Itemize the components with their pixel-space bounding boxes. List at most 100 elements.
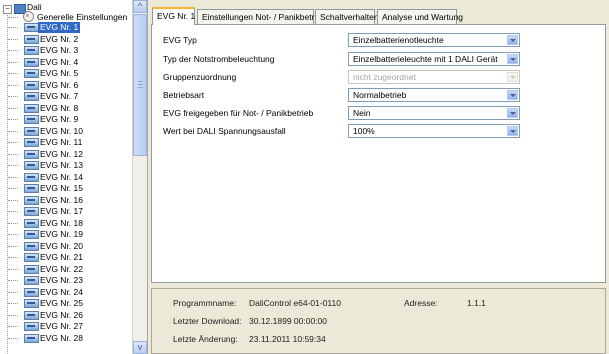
tree-connector xyxy=(8,38,18,40)
device-info-panel: Programmname: DaliControl e64-01-0110 Ad… xyxy=(151,288,606,354)
last-change-label: Letzte Änderung: xyxy=(173,334,238,344)
tree-item-evg-1[interactable]: EVG Nr. 1 xyxy=(0,22,132,33)
tree-item-evg-9[interactable]: EVG Nr. 9 xyxy=(0,114,132,125)
tree-connector xyxy=(8,257,18,258)
tree-item-evg-8[interactable]: EVG Nr. 8 xyxy=(0,103,132,114)
tree-item-evg-16[interactable]: EVG Nr. 16 xyxy=(0,195,132,206)
tree-item-evg-22[interactable]: EVG Nr. 22 xyxy=(0,264,132,275)
program-name-label: Programmname: xyxy=(173,298,237,308)
tree-item-evg-27[interactable]: EVG Nr. 27 xyxy=(0,321,132,332)
tree-item-label: EVG Nr. 9 xyxy=(40,114,79,124)
tree-item-evg-6[interactable]: EVG Nr. 6 xyxy=(0,80,132,91)
ballast-device-icon xyxy=(24,23,39,32)
tree-item-evg-5[interactable]: EVG Nr. 5 xyxy=(0,68,132,79)
last-download-value: 30.12.1899 00:00:00 xyxy=(249,316,327,326)
tree-item-evg-28[interactable]: EVG Nr. 28 xyxy=(0,333,132,344)
select-value: Normalbetrieb xyxy=(353,90,407,100)
tree-item-evg-17[interactable]: EVG Nr. 17 xyxy=(0,206,132,217)
tab-analyse-wartung[interactable]: Analyse und Wartung xyxy=(377,9,463,24)
chevron-down-icon[interactable]: v xyxy=(133,341,147,354)
ballast-device-icon xyxy=(24,57,39,67)
tree-item-evg-12[interactable]: EVG Nr. 12 xyxy=(0,149,132,160)
tree-item-evg-13[interactable]: EVG Nr. 13 xyxy=(0,160,132,171)
tree-item-evg-20[interactable]: EVG Nr. 20 xyxy=(0,241,132,252)
ballast-device-icon xyxy=(24,333,39,343)
tree-connector xyxy=(8,199,18,201)
tree-item-evg-4[interactable]: EVG Nr. 4 xyxy=(0,57,132,68)
ballast-device-icon xyxy=(24,126,39,136)
tree-item-evg-23[interactable]: EVG Nr. 23 xyxy=(0,275,132,286)
tree-item-evg-3[interactable]: EVG Nr. 3 xyxy=(0,45,132,56)
ballast-device-icon xyxy=(24,46,39,55)
tree-scrollbar[interactable]: ^ v xyxy=(132,0,147,354)
ballast-device-icon xyxy=(24,310,39,320)
evg-typ-select[interactable]: Einzelbatterienotleuchte xyxy=(348,33,520,47)
evg-freigegeben-select[interactable]: Nein xyxy=(348,106,520,120)
tree-item-evg-19[interactable]: EVG Nr. 19 xyxy=(0,229,132,240)
tab-evg-nr-1[interactable]: EVG Nr. 1 xyxy=(152,7,195,25)
ballast-device-icon xyxy=(24,92,39,101)
dropdown-arrow-icon[interactable] xyxy=(507,35,518,45)
field-label: Wert bei DALI Spannungsausfall xyxy=(163,126,286,136)
ballast-device-icon xyxy=(24,138,39,147)
tree-item-evg-14[interactable]: EVG Nr. 14 xyxy=(0,172,132,183)
tree-item-label: EVG Nr. 6 xyxy=(40,79,79,90)
tree-connector xyxy=(8,119,18,120)
ballast-device-icon xyxy=(24,230,39,239)
scrollbar-thumb[interactable] xyxy=(133,14,147,156)
tree-item-evg-7[interactable]: EVG Nr. 7 xyxy=(0,91,132,102)
ballast-device-icon xyxy=(24,172,39,182)
tree-connector xyxy=(8,211,18,212)
tree-connector xyxy=(8,188,18,189)
ballast-device-icon xyxy=(24,184,39,193)
device-tree: − Dali Generelle Einstellungen EVG Nr. 1… xyxy=(0,0,148,354)
select-value: Einzelbatterienotleuchte xyxy=(353,35,444,45)
settings-panel: EVG Typ Einzelbatterienotleuchte Typ der… xyxy=(151,24,606,283)
tree-item-label: EVG Nr. 11 xyxy=(40,137,83,147)
dropdown-arrow-icon[interactable] xyxy=(507,108,518,118)
ballast-device-icon xyxy=(24,34,39,44)
last-download-label: Letzter Download: xyxy=(173,316,242,326)
chevron-up-icon[interactable]: ^ xyxy=(133,0,147,13)
betriebsart-select[interactable]: Normalbetrieb xyxy=(348,88,520,102)
address-label: Adresse: xyxy=(404,298,438,308)
tab-schaltverhalten[interactable]: Schaltverhalten xyxy=(315,9,379,24)
tree-item-label: EVG Nr. 5 xyxy=(40,68,79,78)
tree-item-label: EVG Nr. 19 xyxy=(40,229,83,239)
tree-item-label: EVG Nr. 21 xyxy=(40,252,83,262)
notstrom-typ-select[interactable]: Einzelbatterieleuchte mit 1 DALI Gerät xyxy=(348,52,520,66)
tree-item-label: EVG Nr. 13 xyxy=(40,160,83,170)
tree-item-evg-24[interactable]: EVG Nr. 24 xyxy=(0,287,132,298)
tree-item-evg-10[interactable]: EVG Nr. 10 xyxy=(0,126,132,137)
tree-connector xyxy=(8,337,18,339)
tree-item-evg-21[interactable]: EVG Nr. 21 xyxy=(0,252,132,263)
tree-item-evg-18[interactable]: EVG Nr. 18 xyxy=(0,218,132,229)
tree-connector xyxy=(8,61,18,63)
dropdown-arrow-icon[interactable] xyxy=(507,54,518,64)
field-label: Betriebsart xyxy=(163,90,205,100)
tree-item-evg-11[interactable]: EVG Nr. 11 xyxy=(0,137,132,148)
tree-item-evg-25[interactable]: EVG Nr. 25 xyxy=(0,298,132,309)
tab-not-panikbetrieb[interactable]: Einstellungen Not- / Panikbetrieb xyxy=(197,9,326,24)
field-label: EVG Typ xyxy=(163,35,197,45)
ballast-device-icon xyxy=(24,80,39,90)
ballast-device-icon xyxy=(24,103,39,113)
tree-item-label: EVG Nr. 27 xyxy=(40,321,83,331)
tree-item-evg-2[interactable]: EVG Nr. 2 xyxy=(0,34,132,45)
tree-connector xyxy=(8,234,18,235)
dropdown-arrow-icon[interactable] xyxy=(507,90,518,100)
dropdown-arrow-icon[interactable] xyxy=(507,126,518,136)
tree-connector xyxy=(8,153,18,155)
tree-item-evg-26[interactable]: EVG Nr. 26 xyxy=(0,310,132,321)
tree-connector xyxy=(8,96,18,97)
tree-item-evg-15[interactable]: EVG Nr. 15 xyxy=(0,183,132,194)
spannungsausfall-select[interactable]: 100% xyxy=(348,124,520,138)
tree-item-label: EVG Nr. 28 xyxy=(40,332,83,343)
tree-item-label: EVG Nr. 8 xyxy=(40,102,79,113)
program-name-value: DaliControl e64-01-0110 xyxy=(249,298,341,308)
tree-item-label: EVG Nr. 16 xyxy=(40,194,83,205)
settings-gear-icon xyxy=(23,11,34,22)
tree-item-label: EVG Nr. 24 xyxy=(40,286,83,297)
field-label: Typ der Notstrombeleuchtung xyxy=(163,54,275,64)
tree-item-label: EVG Nr. 20 xyxy=(40,240,83,251)
